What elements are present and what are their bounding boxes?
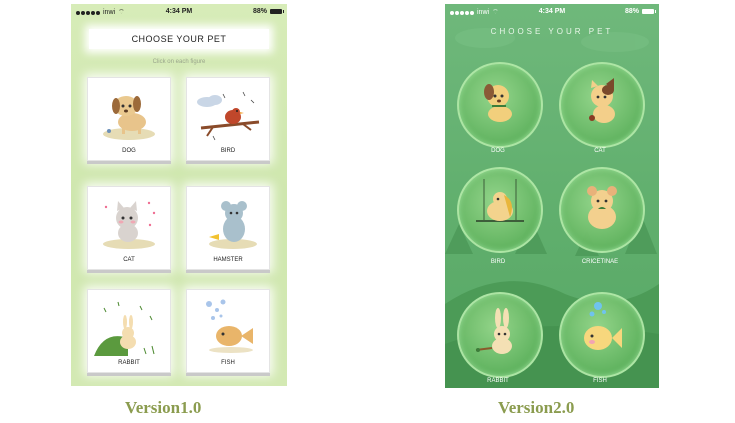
battery: 88% bbox=[624, 8, 656, 15]
status-bar: inwi ⌔ 4:34 PM 88% bbox=[71, 4, 287, 20]
status-bar: inwi ⌔ 4:34 PM 88% bbox=[445, 4, 659, 20]
pet-card-bird[interactable]: BIRD bbox=[186, 77, 270, 161]
page-title: CHOOSE YOUR PET bbox=[89, 29, 269, 49]
pet-bubble-rabbit[interactable] bbox=[457, 292, 543, 378]
battery: 88% bbox=[252, 8, 284, 15]
pet-bubble-cricetinae[interactable] bbox=[559, 167, 645, 253]
battery-icon bbox=[642, 9, 656, 14]
pet-card-fish[interactable]: FISH bbox=[186, 289, 270, 373]
fish-icon bbox=[206, 299, 253, 353]
rabbit-icon bbox=[94, 301, 155, 356]
pet-label: DOG bbox=[122, 148, 136, 154]
bird-icon bbox=[476, 179, 524, 222]
rabbit-icon bbox=[475, 308, 512, 354]
bird-icon bbox=[197, 91, 260, 141]
pet-label-fish: FISH bbox=[593, 378, 607, 384]
pet-label: BIRD bbox=[220, 148, 236, 154]
fish-icon bbox=[584, 302, 622, 350]
battery-percent: 88% bbox=[624, 8, 639, 15]
hamster-icon bbox=[587, 186, 617, 229]
dog-icon bbox=[484, 84, 512, 122]
hamster-icon bbox=[209, 201, 257, 249]
battery-icon bbox=[270, 9, 284, 14]
pet-card-cat[interactable]: CAT bbox=[87, 186, 171, 270]
pet-label: HAMSTER bbox=[213, 257, 243, 263]
pet-label: FISH bbox=[221, 360, 235, 366]
dog-icon bbox=[103, 96, 155, 140]
pet-card-dog[interactable]: DOG bbox=[87, 77, 171, 161]
page-title: CHOOSE YOUR PET bbox=[490, 27, 614, 36]
phone-screen-version-2: inwi ⌔ 4:34 PM 88% CHOOSE YOUR PET DOG C… bbox=[445, 4, 659, 388]
battery-percent: 88% bbox=[252, 8, 267, 15]
pet-label-bird: BIRD bbox=[490, 259, 506, 265]
pet-label: CAT bbox=[123, 257, 135, 263]
pet-bubble-fish[interactable] bbox=[559, 292, 645, 378]
version-1-caption: Version1.0 bbox=[125, 398, 202, 417]
pet-bubble-bird[interactable] bbox=[457, 167, 543, 253]
pet-label: RABBIT bbox=[118, 360, 140, 366]
pet-bubble-dog[interactable] bbox=[457, 62, 543, 148]
pet-card-hamster[interactable]: HAMSTER bbox=[186, 186, 270, 270]
cat-icon bbox=[103, 201, 156, 249]
cat-icon bbox=[589, 78, 615, 123]
pet-bubble-cat[interactable] bbox=[559, 62, 645, 148]
pet-label-rabbit: RABBIT bbox=[487, 378, 509, 384]
pet-label-dog: DOG bbox=[491, 148, 505, 154]
page-subtitle: Click on each figure bbox=[152, 59, 206, 65]
version-2-caption: Version2.0 bbox=[498, 398, 575, 417]
pet-label-cat: CAT bbox=[594, 148, 606, 154]
phone-screen-version-1: inwi ⌔ 4:34 PM 88% CHOOSE YOUR PET Click… bbox=[71, 4, 287, 386]
pet-card-rabbit[interactable]: RABBIT bbox=[87, 289, 171, 373]
pet-label-cricetinae: CRICETINAE bbox=[581, 259, 619, 265]
